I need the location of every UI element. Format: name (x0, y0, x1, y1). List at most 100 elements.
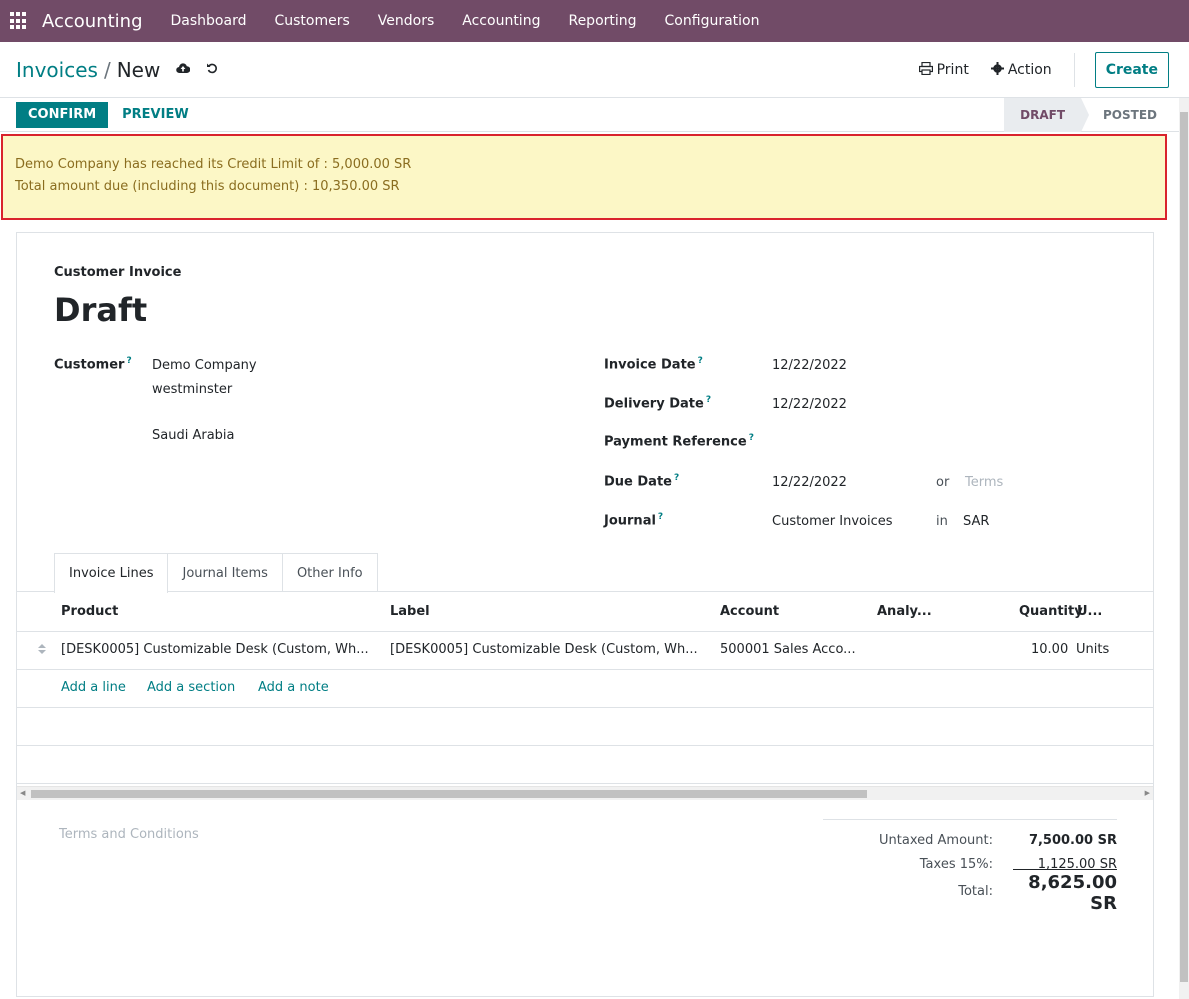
column-analytic[interactable]: Analy... (877, 604, 932, 619)
add-section-link[interactable]: Add a section (147, 680, 235, 695)
tab-other-info[interactable]: Other Info (282, 553, 378, 592)
empty-row (17, 708, 1153, 746)
cell-account[interactable]: 500001 Sales Acco... (720, 642, 856, 657)
stage-pipeline: DRAFT POSTED (1004, 98, 1173, 132)
help-icon[interactable]: ? (698, 356, 703, 366)
help-icon[interactable]: ? (749, 433, 754, 443)
customer-address: westminster (152, 382, 233, 397)
control-actions: Print Action Create (918, 52, 1169, 88)
terms-and-conditions-field[interactable]: Terms and Conditions (59, 827, 199, 842)
cell-label[interactable]: [DESK0005] Customizable Desk (Custom, Wh… (390, 642, 698, 657)
add-note-link[interactable]: Add a note (258, 680, 329, 695)
preview-button[interactable]: PREVIEW (108, 102, 203, 128)
invoice-date-label: Invoice Date? (604, 356, 703, 373)
payment-reference-label: Payment Reference? (604, 433, 754, 450)
column-label[interactable]: Label (390, 604, 430, 619)
breadcrumb-invoices[interactable]: Invoices (16, 58, 98, 82)
scroll-left-icon[interactable]: ◀ (20, 789, 25, 797)
print-button[interactable]: Print (918, 53, 969, 87)
vertical-scroll-thumb[interactable] (1180, 112, 1188, 982)
journal-label: Journal? (604, 512, 664, 529)
stage-draft[interactable]: DRAFT (1004, 98, 1089, 132)
invoice-title: Draft (54, 291, 148, 329)
in-label: in (936, 514, 948, 529)
alert-line-total-due: Total amount due (including this documen… (15, 179, 400, 194)
table-header: Product Label Account Analy... Quantity … (17, 592, 1153, 632)
table-row[interactable]: [DESK0005] Customizable Desk (Custom, Wh… (17, 632, 1153, 670)
horizontal-scroll-thumb[interactable] (31, 790, 867, 798)
due-date-field[interactable]: 12/22/2022 (772, 475, 847, 490)
drag-handle-icon[interactable] (38, 644, 46, 657)
breadcrumb-current: New (116, 57, 161, 82)
journal-field[interactable]: Customer Invoices (772, 514, 893, 529)
column-uom[interactable]: U... (1077, 604, 1102, 619)
credit-limit-alert: Demo Company has reached its Credit Limi… (1, 134, 1167, 220)
nav-item-dashboard[interactable]: Dashboard (171, 13, 247, 29)
printer-icon (918, 61, 933, 79)
nav-item-accounting[interactable]: Accounting (462, 13, 540, 29)
breadcrumb-separator: / (103, 57, 111, 82)
delivery-date-label: Delivery Date? (604, 395, 712, 412)
add-line-link[interactable]: Add a line (61, 680, 126, 695)
or-label: or (936, 475, 950, 490)
gear-icon (990, 61, 1004, 79)
help-icon[interactable]: ? (658, 512, 663, 522)
nav-item-vendors[interactable]: Vendors (378, 13, 434, 29)
breadcrumb: Invoices / New (16, 58, 218, 82)
cell-quantity[interactable]: 10.00 (1031, 642, 1068, 657)
stage-posted[interactable]: POSTED (1081, 98, 1173, 132)
tab-journal-items[interactable]: Journal Items (168, 553, 283, 592)
cell-product[interactable]: [DESK0005] Customizable Desk (Custom, Wh… (61, 642, 369, 657)
action-button[interactable]: Action (990, 53, 1052, 87)
apps-grid-icon[interactable] (10, 12, 28, 30)
customer-name[interactable]: Demo Company (152, 358, 257, 373)
customer-label: Customer? (54, 356, 132, 373)
untaxed-amount-label: Untaxed Amount: (879, 832, 993, 848)
print-label: Print (936, 62, 969, 78)
customer-country: Saudi Arabia (152, 428, 235, 443)
cell-uom[interactable]: Units (1076, 642, 1109, 657)
confirm-button[interactable]: CONFIRM (16, 101, 109, 128)
column-account[interactable]: Account (720, 604, 779, 619)
invoice-form-sheet: Customer Invoice Draft Customer? Demo Co… (16, 232, 1154, 997)
alert-line-credit-limit: Demo Company has reached its Credit Limi… (15, 157, 412, 172)
total-label: Total: (958, 883, 993, 899)
help-icon[interactable]: ? (674, 473, 679, 483)
column-product[interactable]: Product (61, 604, 118, 619)
currency-field[interactable]: SAR (963, 514, 989, 529)
scroll-right-icon[interactable]: ▶ (1145, 789, 1150, 797)
invoice-lines-table: Product Label Account Analy... Quantity … (17, 591, 1153, 784)
status-bar: CONFIRM PREVIEW DRAFT POSTED (0, 98, 1189, 132)
due-date-label: Due Date? (604, 473, 680, 490)
empty-row (17, 746, 1153, 784)
invoice-date-field[interactable]: 12/22/2022 (772, 358, 847, 373)
totals-summary: Untaxed Amount: 7,500.00 SR Taxes 15%: 1… (823, 819, 1117, 914)
total-value: 8,625.00 SR (1013, 868, 1117, 914)
add-row-links: Add a line Add a section Add a note (17, 670, 1153, 708)
invoice-type-label: Customer Invoice (54, 265, 182, 280)
column-quantity[interactable]: Quantity (1019, 604, 1083, 619)
help-icon[interactable]: ? (706, 395, 711, 405)
notebook-tabs: Invoice Lines Journal Items Other Info (54, 553, 378, 593)
action-label: Action (1007, 62, 1052, 78)
vertical-scrollbar[interactable] (1179, 98, 1189, 999)
discard-undo-icon[interactable] (206, 62, 218, 78)
horizontal-scrollbar[interactable]: ◀ ▶ (17, 786, 1153, 800)
create-button[interactable]: Create (1094, 52, 1169, 88)
tab-invoice-lines[interactable]: Invoice Lines (54, 553, 169, 593)
nav-item-customers[interactable]: Customers (274, 13, 349, 29)
untaxed-amount-row: Untaxed Amount: 7,500.00 SR (823, 828, 1117, 852)
help-icon[interactable]: ? (126, 356, 131, 366)
cloud-save-icon[interactable] (176, 62, 191, 78)
untaxed-amount-value: 7,500.00 SR (1028, 832, 1117, 848)
app-name[interactable]: Accounting (42, 11, 143, 32)
payment-terms-field[interactable]: Terms (965, 475, 1003, 490)
divider (1073, 53, 1075, 87)
control-panel: Invoices / New Print Action Create (0, 42, 1189, 98)
total-row: Total: 8,625.00 SR (823, 868, 1117, 914)
top-navbar: Accounting Dashboard Customers Vendors A… (0, 0, 1189, 42)
taxes-label: Taxes 15%: (919, 856, 993, 872)
nav-item-configuration[interactable]: Configuration (665, 13, 760, 29)
delivery-date-field[interactable]: 12/22/2022 (772, 397, 847, 412)
nav-item-reporting[interactable]: Reporting (568, 13, 636, 29)
